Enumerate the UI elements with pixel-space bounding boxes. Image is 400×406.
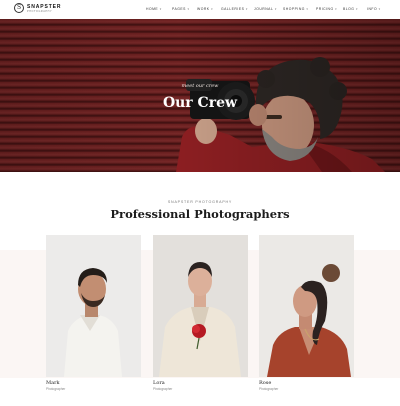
nav-item-journal[interactable]: JOURNAL ▾ [254, 7, 283, 11]
team-photo-rose[interactable] [259, 235, 354, 377]
team-card-rose[interactable]: Rose Photographer [259, 235, 354, 391]
nav-item-pages[interactable]: PAGES ▾ [172, 7, 197, 11]
chevron-down-icon: ▾ [355, 7, 358, 11]
chevron-down-icon: ▾ [187, 7, 190, 11]
nav-item-blog[interactable]: BLOG ▾ [343, 7, 367, 11]
nav-item-shopping[interactable]: SHOPPING ▾ [283, 7, 316, 11]
site-logo[interactable]: S SNAPSTER PHOTOGRAPHY [14, 3, 61, 13]
hero-tagline: meet our crew [181, 83, 219, 89]
chevron-down-icon: ▾ [306, 7, 309, 11]
nav-label: INFO [367, 7, 378, 11]
chevron-down-icon: ▾ [335, 7, 338, 11]
team-member-role: Photographer [259, 387, 279, 391]
team-photo-mark[interactable] [46, 235, 141, 377]
nav-item-info[interactable]: INFO ▾ [367, 7, 387, 11]
hero-title: Our Crew [162, 95, 238, 111]
nav-item-home[interactable]: HOME ▾ [146, 7, 172, 11]
site-header: S SNAPSTER PHOTOGRAPHY HOME ▾ PAGES ▾ WORK… [0, 0, 400, 19]
logo-mark-icon: S [14, 3, 24, 13]
team-photo-lora[interactable] [153, 235, 248, 377]
nav-item-galleries[interactable]: GALLERIES ▾ [221, 7, 254, 11]
logo-text: SNAPSTER PHOTOGRAPHY [27, 4, 61, 13]
nav-label: PRICING [316, 7, 334, 11]
section-title: Professional Photographers [110, 207, 290, 221]
nav-label: JOURNAL [254, 7, 274, 11]
team-member-name[interactable]: Lora [153, 380, 248, 386]
section-eyebrow: SNAPSTER PHOTOGRAPHY [167, 200, 233, 204]
team-card-lora[interactable]: Lora Photographer [153, 235, 248, 391]
nav-item-work[interactable]: WORK ▾ [197, 7, 221, 11]
hero-banner: meet our crew Our Crew [0, 19, 400, 172]
chevron-down-icon: ▾ [159, 7, 162, 11]
logo-subtitle: PHOTOGRAPHY [27, 9, 53, 13]
chevron-down-icon: ▾ [274, 7, 277, 11]
team-member-name[interactable]: Mark [46, 380, 141, 386]
main-nav: HOME ▾ PAGES ▾ WORK ▾ GALLERIES ▾ JOURNAL ▾ S… [146, 7, 387, 11]
team-member-role: Photographer [153, 387, 173, 391]
team-member-name[interactable]: Rose [259, 380, 354, 386]
team-card-mark[interactable]: Mark Photographer [46, 235, 141, 391]
nav-label: BLOG [343, 7, 355, 11]
nav-label: PAGES [172, 7, 186, 11]
team-member-role: Photographer [46, 387, 66, 391]
chevron-down-icon: ▾ [211, 7, 214, 11]
nav-label: WORK [197, 7, 210, 11]
nav-label: GALLERIES [221, 7, 245, 11]
chevron-down-icon: ▾ [245, 7, 248, 11]
nav-item-pricing[interactable]: PRICING ▾ [316, 7, 343, 11]
nav-label: SHOPPING [283, 7, 305, 11]
nav-label: HOME [146, 7, 159, 11]
chevron-down-icon: ▾ [378, 7, 381, 11]
